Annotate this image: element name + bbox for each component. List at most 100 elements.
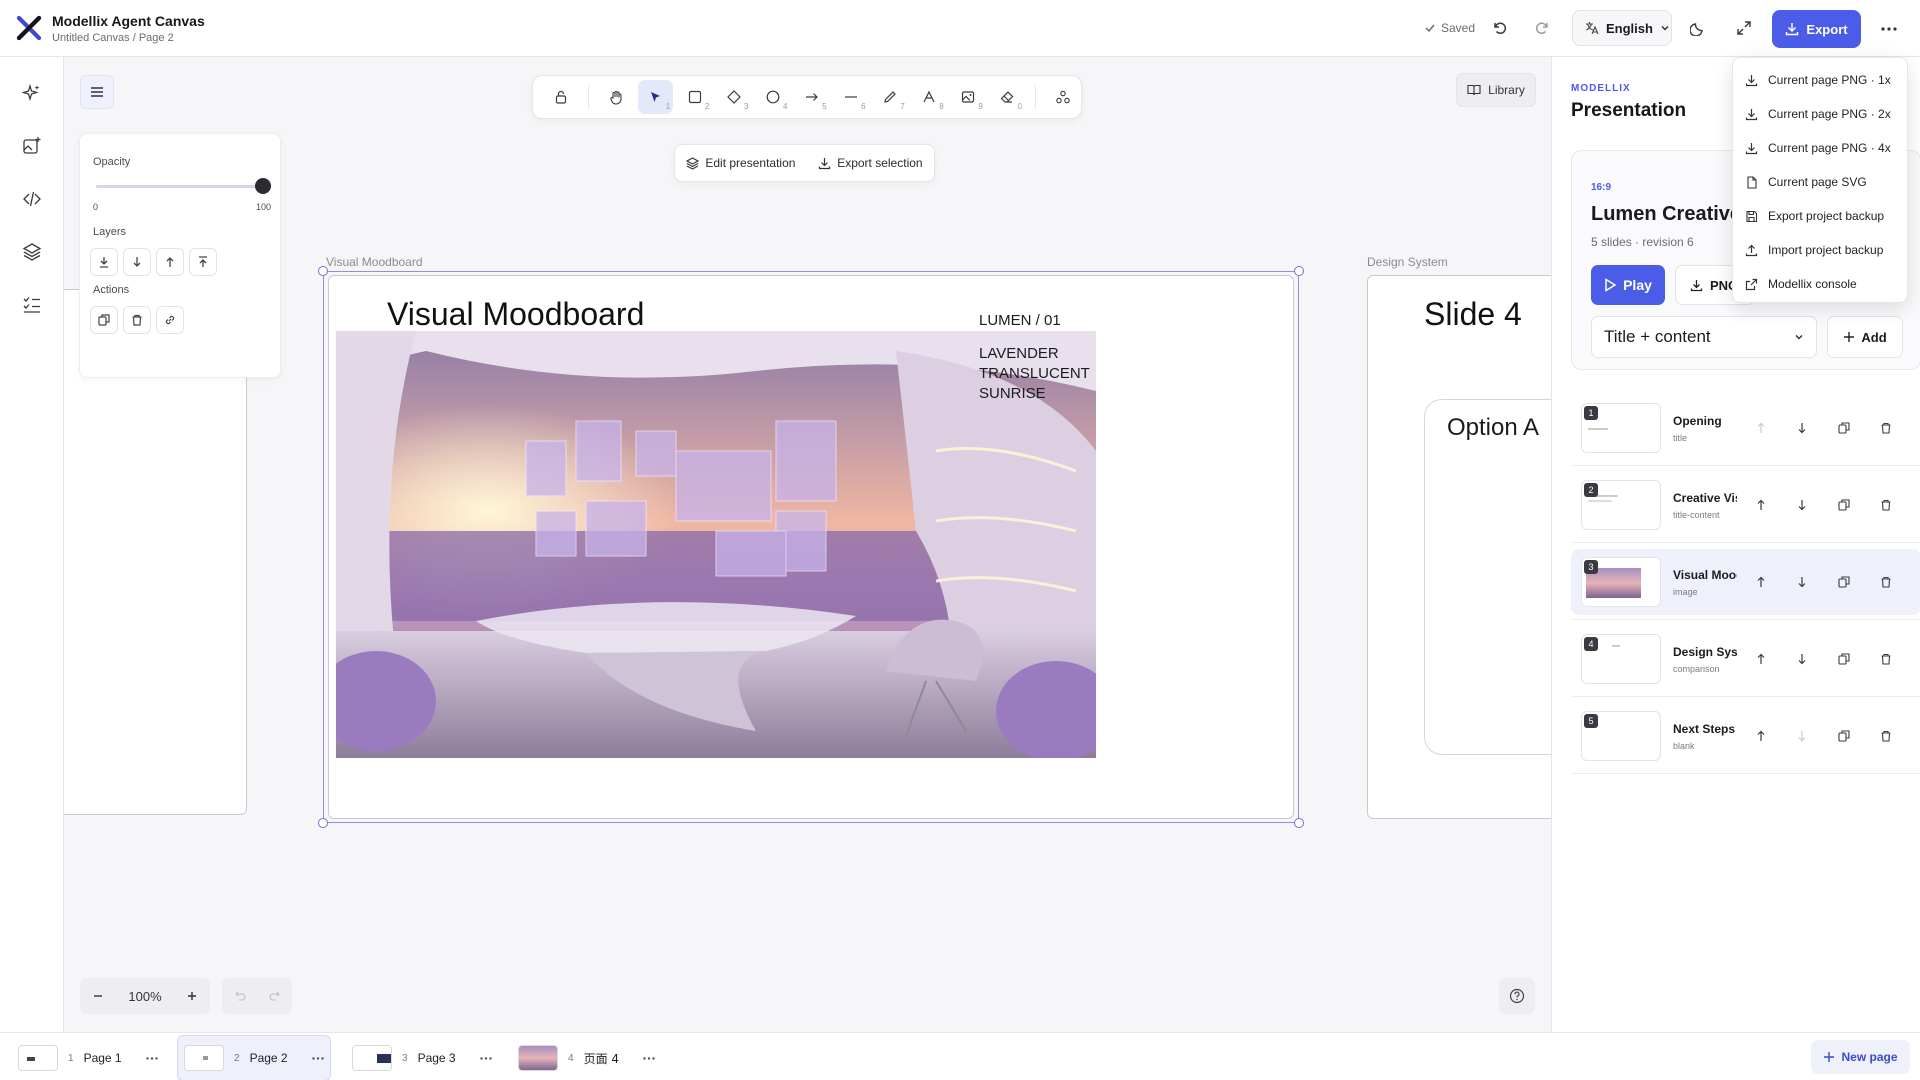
page-tabs-bar: 1 Page 1 2 Page 2 3 Page 3 4 页面 4 New pa…	[0, 1032, 1920, 1080]
bring-forward-button[interactable]	[156, 248, 184, 276]
delete-slide-button[interactable]	[1877, 727, 1895, 745]
send-backward-button[interactable]	[123, 248, 151, 276]
edit-presentation-button[interactable]: Edit presentation	[686, 156, 795, 170]
export-button[interactable]: Export	[1772, 10, 1861, 48]
delete-slide-button[interactable]	[1877, 573, 1895, 591]
redo-button[interactable]	[1526, 12, 1558, 44]
move-up-button[interactable]	[1752, 419, 1770, 437]
canvas-menu-button[interactable]	[80, 75, 114, 109]
tool-select[interactable]: 1	[638, 80, 674, 114]
slide-row[interactable]: 3 Visual Moodboard image	[1571, 549, 1920, 615]
fullscreen-button[interactable]	[1728, 12, 1760, 44]
slide-frame-design-system[interactable]: Slide 4 Option A	[1367, 275, 1551, 819]
tool-image[interactable]: 9	[951, 80, 986, 114]
move-down-button[interactable]	[1793, 496, 1811, 514]
slide-row[interactable]: 5 Next Steps blank	[1571, 703, 1920, 769]
page-options-icon[interactable]	[479, 1056, 492, 1060]
move-down-button[interactable]	[1793, 419, 1811, 437]
slide-frame-visual-moodboard[interactable]: Visual Moodboard LUMEN / 01 LAVENDER TRA…	[328, 275, 1294, 819]
code-button[interactable]	[18, 185, 46, 213]
duplicate-slide-button[interactable]	[1835, 573, 1853, 591]
add-slide-button[interactable]: Add	[1827, 316, 1903, 358]
page-options-icon[interactable]	[145, 1056, 158, 1060]
page-thumbnail	[518, 1045, 558, 1071]
move-up-button[interactable]	[1752, 650, 1770, 668]
export-menu-item[interactable]: Modellix console	[1745, 274, 1857, 294]
bring-to-front-button[interactable]	[189, 248, 217, 276]
undo-button[interactable]	[1484, 12, 1516, 44]
duplicate-slide-button[interactable]	[1835, 419, 1853, 437]
duplicate-slide-button[interactable]	[1835, 650, 1853, 668]
page-tab-1[interactable]: 1 Page 1	[12, 1040, 164, 1076]
slide-row[interactable]: 2 Creative Vision title-content	[1571, 472, 1920, 538]
export-menu-item[interactable]: Current page PNG · 4x	[1745, 138, 1891, 158]
zoom-level[interactable]: 100%	[128, 989, 161, 1004]
page-options-icon[interactable]	[311, 1056, 324, 1060]
zoom-out-button[interactable]	[92, 990, 104, 1002]
tool-hand[interactable]	[599, 80, 634, 114]
resize-handle-sw[interactable]	[318, 818, 328, 828]
duplicate-slide-button[interactable]	[1835, 496, 1853, 514]
slide-row[interactable]: 4 Design System comparison	[1571, 626, 1920, 692]
theme-toggle-button[interactable]	[1682, 12, 1714, 44]
layout-select[interactable]: Title + content	[1591, 316, 1817, 358]
delete-slide-button[interactable]	[1877, 419, 1895, 437]
export-menu-item[interactable]: Current page PNG · 2x	[1745, 104, 1891, 124]
image-gen-button[interactable]	[18, 132, 46, 160]
page-tab-4[interactable]: 4 页面 4	[512, 1040, 661, 1076]
help-button[interactable]	[1499, 978, 1535, 1014]
delete-slide-button[interactable]	[1877, 650, 1895, 668]
tool-lock[interactable]	[543, 80, 578, 114]
export-selection-button[interactable]: Export selection	[818, 156, 923, 170]
duplicate-slide-button[interactable]	[1835, 727, 1853, 745]
new-page-button[interactable]: New page	[1811, 1040, 1910, 1074]
tool-arrow[interactable]: 5	[794, 80, 829, 114]
library-button[interactable]: Library	[1456, 73, 1536, 107]
export-menu-item[interactable]: Import project backup	[1745, 240, 1883, 260]
duplicate-button[interactable]	[90, 306, 118, 334]
tool-eraser[interactable]: 0	[990, 80, 1025, 114]
tasks-button[interactable]	[18, 291, 46, 319]
page-options-icon[interactable]	[643, 1056, 655, 1060]
page-tab-2[interactable]: 2 Page 2	[177, 1035, 331, 1080]
selection-actions-bar: Edit presentation Export selection	[674, 144, 935, 182]
more-menu-button[interactable]	[1872, 12, 1906, 46]
tool-diamond[interactable]: 3	[716, 80, 751, 114]
send-to-back-button[interactable]	[90, 248, 118, 276]
play-button[interactable]: Play	[1591, 265, 1665, 305]
tool-line[interactable]: 6	[834, 80, 869, 114]
move-down-button[interactable]	[1793, 650, 1811, 668]
link-button[interactable]	[156, 306, 184, 334]
language-select[interactable]: English	[1572, 10, 1672, 46]
canvas-area[interactable]: Visual Moodboard Visual Moodboard LUMEN …	[64, 57, 1551, 1032]
delete-slide-button[interactable]	[1877, 496, 1895, 514]
move-up-button[interactable]	[1752, 496, 1770, 514]
tool-ellipse[interactable]: 4	[755, 80, 790, 114]
canvas-redo-button[interactable]	[268, 990, 281, 1002]
resize-handle-ne[interactable]	[1294, 266, 1304, 276]
page-tab-3[interactable]: 3 Page 3	[346, 1040, 498, 1076]
slide-row[interactable]: 1 Opening title	[1571, 395, 1920, 461]
export-menu-item[interactable]: Current page SVG	[1745, 172, 1867, 192]
zoom-in-button[interactable]	[186, 990, 198, 1002]
ai-sparkle-button[interactable]	[18, 79, 46, 107]
canvas-undo-button[interactable]	[234, 990, 246, 1002]
export-menu-item[interactable]: Current page PNG · 1x	[1745, 70, 1891, 90]
slide-layout-type: image	[1673, 587, 1698, 597]
option-card[interactable]: Option A	[1424, 399, 1551, 755]
tool-pencil[interactable]: 7	[873, 80, 908, 114]
layers-button[interactable]	[18, 238, 46, 266]
delete-button[interactable]	[123, 306, 151, 334]
opacity-slider-handle[interactable]	[255, 178, 271, 194]
tool-shapes[interactable]	[1046, 80, 1081, 114]
tool-text[interactable]: 8	[912, 80, 947, 114]
tool-rectangle[interactable]: 2	[677, 80, 712, 114]
opacity-slider-track[interactable]	[96, 185, 261, 188]
download-icon	[1785, 22, 1799, 36]
resize-handle-se[interactable]	[1294, 818, 1304, 828]
move-up-button[interactable]	[1752, 727, 1770, 745]
move-up-button[interactable]	[1752, 573, 1770, 591]
move-down-button[interactable]	[1793, 727, 1811, 745]
export-menu-item[interactable]: Export project backup	[1745, 206, 1884, 226]
move-down-button[interactable]	[1793, 573, 1811, 591]
